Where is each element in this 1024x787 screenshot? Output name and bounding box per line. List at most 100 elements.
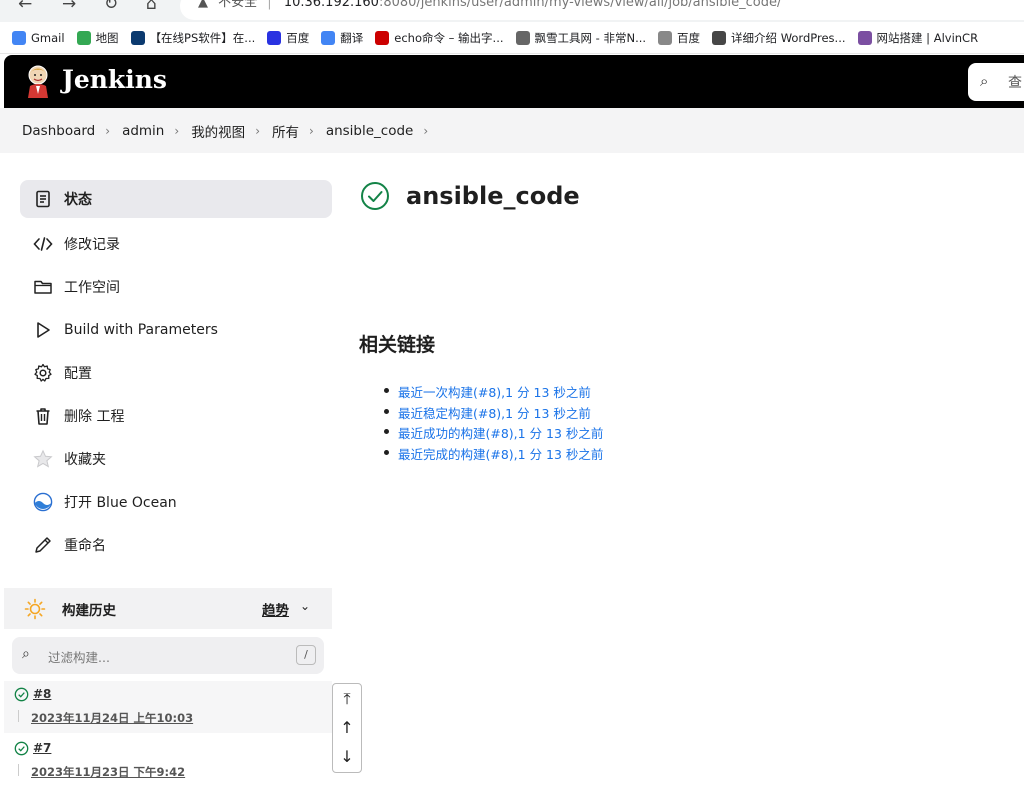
sidebar-item[interactable]: 状态	[20, 180, 332, 218]
sidebar-item-label: 修改记录	[64, 236, 120, 253]
sidebar-item-label: 删除 工程	[64, 408, 125, 425]
sidebar-item[interactable]: 配置	[20, 351, 332, 394]
warning-icon: ▲	[198, 0, 208, 10]
ps-icon	[130, 31, 145, 45]
bookmark-item[interactable]: 飘雪工具网 - 非常N...	[515, 22, 647, 53]
sidebar-item[interactable]: 打开 Blue Ocean	[20, 480, 332, 523]
search-icon: ⌕	[22, 646, 30, 662]
breadcrumb-item[interactable]: 所有	[272, 121, 299, 141]
sidebar-item-label: 重命名	[64, 537, 106, 554]
breadcrumb-item[interactable]: ansible_code	[326, 123, 414, 139]
trash-icon	[32, 405, 54, 427]
sidebar-item[interactable]: 修改记录	[20, 222, 332, 265]
build-row[interactable]: #8 2023年11月24日 上午10:03	[4, 681, 332, 733]
bookmark-item[interactable]: 地图	[76, 22, 119, 53]
sidebar-item-label: Build with Parameters	[64, 321, 218, 338]
bookmark-item[interactable]: 百度	[658, 22, 700, 53]
breadcrumb-item[interactable]: admin	[122, 123, 164, 139]
sidebar: 状态修改记录工作空间 Build with Parameters 配置删除 工程收藏…	[20, 180, 332, 566]
home-icon[interactable]: ⌂	[146, 0, 157, 14]
related-links-list: 最近一次构建(#8),1 分 13 秒之前 最近稳定构建(#8),1 分 13 秒…	[384, 382, 603, 464]
reload-icon[interactable]: ↻	[104, 0, 118, 14]
related-link[interactable]: 最近一次构建(#8),1 分 13 秒之前	[384, 382, 603, 403]
blue-ocean-icon	[32, 491, 54, 513]
code-icon	[32, 233, 54, 255]
success-check-icon	[361, 182, 389, 210]
app-title[interactable]: Jenkins	[62, 65, 167, 94]
sidebar-item-label: 打开 Blue Ocean	[64, 494, 177, 511]
sidebar-item[interactable]: 工作空间	[20, 265, 332, 308]
bookmark-label: 地图	[95, 31, 119, 45]
bookmark-label: Gmail	[31, 31, 65, 45]
chevron-down-icon[interactable]: ⌄	[300, 599, 310, 613]
search-input[interactable]: ⌕ 查	[968, 63, 1024, 101]
sidebar-item[interactable]: Build with Parameters	[20, 308, 332, 351]
build-date-link[interactable]: 2023年11月23日 下午9:42	[31, 764, 185, 780]
sidebar-item[interactable]: 收藏夹	[20, 437, 332, 480]
scroll-up-icon[interactable]: ↑	[333, 713, 361, 742]
scroll-controls: ⤒ ↑ ↓	[332, 683, 362, 773]
build-number-link[interactable]: #8	[33, 687, 51, 701]
baidu-icon	[267, 31, 282, 45]
sidebar-item[interactable]: 重命名	[20, 523, 332, 566]
address-bar[interactable]: ▲ 不安全 | 10.36.192.160:8080/jenkins/user/…	[180, 0, 1024, 20]
bookmark-item[interactable]: 详细介绍 WordPres...	[712, 22, 846, 53]
bookmark-item[interactable]: 翻译	[321, 22, 364, 53]
chevron-right-icon: ›	[309, 123, 314, 138]
folder-icon	[32, 276, 54, 298]
url-host: 10.36.192.160	[283, 0, 379, 10]
breadcrumb: Dashboard › admin › 我的视图 › 所有 › ansible_code ›	[0, 108, 1024, 153]
google-icon	[12, 31, 26, 45]
search-icon: ⌕	[980, 72, 989, 90]
bookmark-item[interactable]: echo命令 – 输出字...	[375, 22, 504, 53]
related-link[interactable]: 最近稳定构建(#8),1 分 13 秒之前	[384, 403, 603, 424]
success-check-icon	[14, 741, 29, 756]
bookmark-label: echo命令 – 输出字...	[394, 31, 504, 45]
tool-icon	[515, 31, 530, 45]
breadcrumb-item[interactable]: Dashboard	[22, 123, 95, 139]
bookmark-label: 百度	[286, 31, 310, 45]
bookmark-item[interactable]: Gmail	[12, 22, 65, 53]
chevron-right-icon: ›	[105, 123, 111, 138]
pencil-icon	[32, 534, 54, 556]
bookmark-label: 网站搭建 | AlvinCR	[876, 31, 979, 45]
page-icon	[658, 31, 673, 45]
build-number-link[interactable]: #7	[33, 741, 51, 755]
wordpress-icon	[712, 31, 727, 45]
jenkins-logo-icon[interactable]	[22, 64, 54, 98]
build-filter-input[interactable]: ⌕ 过滤构建... /	[12, 637, 324, 674]
url-path: :8080/jenkins/user/admin/my-views/view/a…	[378, 0, 782, 10]
jenkins-header: Jenkins ⌕ 查	[4, 55, 1024, 108]
bookmark-label: 详细介绍 WordPres...	[731, 31, 846, 45]
star-icon	[32, 448, 54, 470]
job-heading: ansible_code	[360, 181, 580, 211]
scroll-top-icon[interactable]: ⤒	[333, 684, 361, 713]
back-arrow-icon[interactable]: ←	[18, 0, 32, 14]
filter-placeholder: 过滤构建...	[48, 650, 110, 665]
build-history-header: 构建历史 趋势 ⌄	[4, 588, 332, 629]
build-history-title: 构建历史	[62, 603, 116, 619]
bookmark-label: 飘雪工具网 - 非常N...	[534, 31, 647, 45]
bookmark-label: 【在线PS软件】在...	[149, 31, 256, 45]
build-row[interactable]: #7 2023年11月23日 下午9:42	[4, 735, 332, 787]
redhat-icon	[375, 31, 390, 45]
bookmarks-bar: Gmail 地图 【在线PS软件】在... 百度 翻译 echo命令 – 输出字... 飘雪…	[0, 22, 1024, 54]
forward-arrow-icon[interactable]: →	[62, 0, 76, 14]
related-link[interactable]: 最近成功的构建(#8),1 分 13 秒之前	[384, 423, 603, 444]
trend-link[interactable]: 趋势	[262, 599, 289, 619]
translate-icon	[321, 31, 336, 45]
build-date-link[interactable]: 2023年11月24日 上午10:03	[31, 710, 193, 726]
scroll-down-icon[interactable]: ↓	[333, 742, 361, 771]
bookmark-item[interactable]: 网站搭建 | AlvinCR	[857, 22, 979, 53]
breadcrumb-item[interactable]: 我的视图	[191, 121, 245, 141]
sidebar-item[interactable]: 删除 工程	[20, 394, 332, 437]
bookmark-item[interactable]: 百度	[267, 22, 310, 53]
related-link[interactable]: 最近完成的构建(#8),1 分 13 秒之前	[384, 444, 603, 465]
sidebar-item-label: 收藏夹	[64, 451, 106, 468]
bookmark-item[interactable]: 【在线PS软件】在...	[130, 22, 256, 53]
success-check-icon	[14, 687, 29, 702]
browser-toolbar: ← → ↻ ⌂ ▲ 不安全 | 10.36.192.160:8080/jenki…	[0, 0, 1024, 22]
bookmark-label: 翻译	[340, 31, 364, 45]
chevron-right-icon[interactable]: ›	[423, 124, 428, 138]
insecure-label: 不安全	[218, 0, 258, 10]
